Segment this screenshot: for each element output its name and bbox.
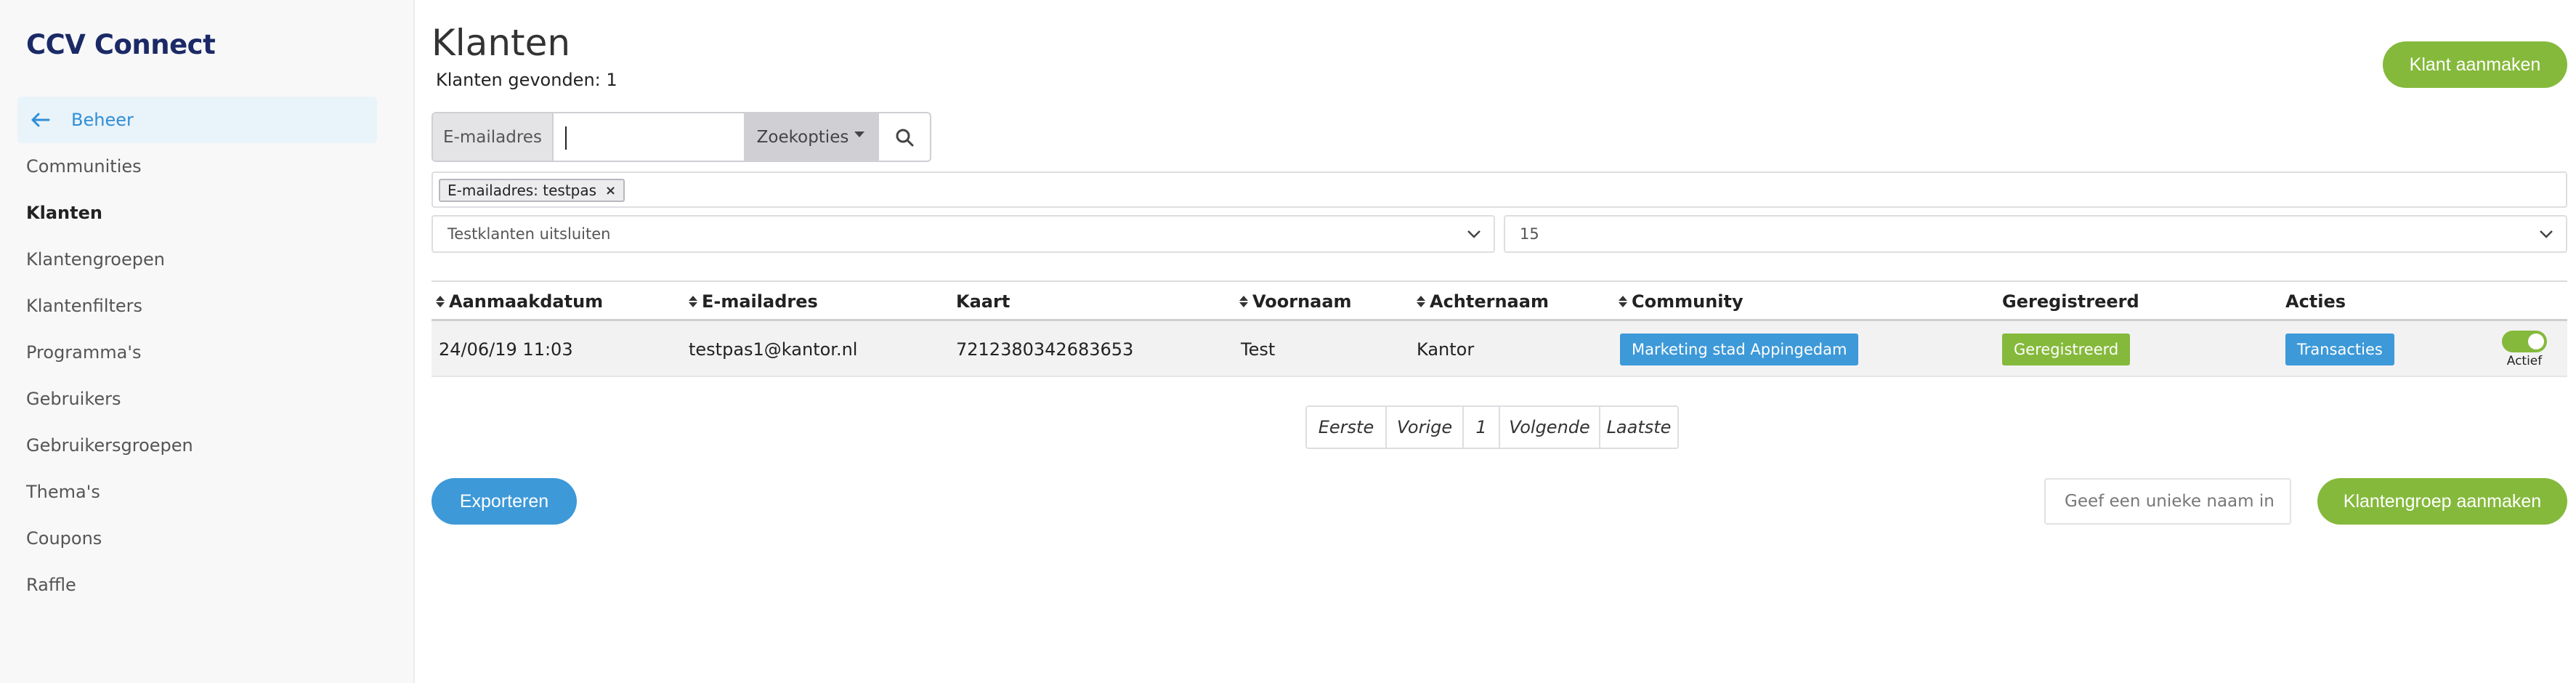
- customers-table: Aanmaakdatum E-mailadres Kaart Voornaam …: [432, 280, 2567, 377]
- sidebar: CCV Connect Beheer Communities Klanten K…: [0, 0, 415, 683]
- th-card-label: Kaart: [956, 291, 1010, 312]
- toggle-knob: [2528, 333, 2544, 349]
- sidebar-item-communities[interactable]: Communities: [26, 143, 193, 190]
- active-toggle-label: Actief: [2506, 353, 2543, 368]
- transactions-button[interactable]: Transacties: [2285, 333, 2394, 365]
- cell-community: Marketing stad Appingedam: [1620, 321, 1859, 377]
- sort-icon: [689, 295, 697, 307]
- filter-chip-label: E-mailadres: testpas: [447, 182, 597, 199]
- pagination: Eerste Vorige 1 Volgende Laatste: [1305, 405, 1679, 449]
- create-group-button[interactable]: Klantengroep aanmaken: [2317, 478, 2567, 525]
- sidebar-item-raffle[interactable]: Raffle: [26, 562, 193, 608]
- cell-card: 7212380342683653: [956, 339, 1134, 360]
- page-current[interactable]: 1: [1464, 407, 1500, 448]
- search-button[interactable]: [878, 113, 930, 161]
- th-lastname-label: Achternaam: [1430, 291, 1549, 312]
- sort-icon: [1239, 295, 1248, 307]
- cell-lastname: Kantor: [1417, 339, 1475, 360]
- page-next[interactable]: Volgende: [1500, 407, 1600, 448]
- th-registered: Geregistreerd: [2002, 282, 2139, 320]
- search-input[interactable]: [554, 113, 744, 161]
- th-created[interactable]: Aanmaakdatum: [436, 282, 603, 320]
- sidebar-item-gebruikersgroepen[interactable]: Gebruikersgroepen: [26, 422, 193, 469]
- filter-chip: E-mailadres: testpas ×: [439, 179, 625, 202]
- sidebar-item-klanten[interactable]: Klanten: [26, 190, 193, 236]
- testklanten-select[interactable]: Testklanten uitsluiten: [432, 215, 1495, 253]
- table-header: Aanmaakdatum E-mailadres Kaart Voornaam …: [432, 280, 2567, 321]
- sidebar-back-beheer[interactable]: Beheer: [17, 97, 377, 143]
- page-title: Klanten: [432, 22, 571, 64]
- export-button[interactable]: Exporteren: [432, 478, 577, 525]
- brand-logo: CCV Connect: [26, 29, 216, 60]
- cell-email: testpas1@kantor.nl: [689, 339, 858, 360]
- search-group: E-mailadres Zoekopties: [432, 112, 931, 162]
- chevron-down-icon: [1467, 230, 1481, 238]
- th-email[interactable]: E-mailadres: [689, 282, 818, 320]
- page-size-select-value: 15: [1520, 225, 1539, 243]
- active-toggle[interactable]: [2502, 330, 2547, 352]
- sidebar-item-coupons[interactable]: Coupons: [26, 515, 193, 562]
- page-prev[interactable]: Vorige: [1387, 407, 1464, 448]
- arrow-left-icon: [26, 109, 55, 131]
- th-community[interactable]: Community: [1619, 282, 1743, 320]
- group-name-input[interactable]: [2044, 478, 2291, 525]
- chevron-down-icon: [2540, 230, 2553, 238]
- registered-badge: Geregistreerd: [2002, 333, 2131, 365]
- cell-status: Actief: [2492, 321, 2557, 377]
- create-customer-button[interactable]: Klant aanmaken: [2383, 41, 2567, 88]
- community-badge[interactable]: Marketing stad Appingedam: [1620, 333, 1859, 365]
- th-actions-label: Acties: [2285, 291, 2346, 312]
- active-filters-bar: E-mailadres: testpas ×: [432, 171, 2567, 208]
- close-icon[interactable]: ×: [605, 183, 616, 198]
- cell-created: 24/06/19 11:03: [439, 339, 573, 360]
- sort-icon: [1417, 295, 1425, 307]
- cell-firstname: Test: [1241, 339, 1276, 360]
- results-count: Klanten gevonden: 1: [436, 70, 617, 90]
- sidebar-item-klantengroepen[interactable]: Klantengroepen: [26, 236, 193, 283]
- th-card: Kaart: [956, 282, 1010, 320]
- sidebar-item-klantenfilters[interactable]: Klantenfilters: [26, 283, 193, 329]
- th-firstname[interactable]: Voornaam: [1239, 282, 1352, 320]
- search-options-dropdown[interactable]: Zoekopties: [744, 113, 878, 161]
- th-lastname[interactable]: Achternaam: [1417, 282, 1549, 320]
- th-created-label: Aanmaakdatum: [449, 291, 604, 312]
- th-firstname-label: Voornaam: [1252, 291, 1352, 312]
- text-caret: [565, 126, 567, 150]
- sidebar-back-label: Beheer: [71, 110, 134, 130]
- page-first[interactable]: Eerste: [1307, 407, 1387, 448]
- sidebar-item-programmas[interactable]: Programma's: [26, 329, 193, 376]
- caret-down-icon: [854, 131, 865, 137]
- cell-actions: Transacties: [2285, 321, 2394, 377]
- th-actions: Acties: [2285, 282, 2346, 320]
- sidebar-nav: Communities Klanten Klantengroepen Klant…: [26, 143, 193, 608]
- page-size-select[interactable]: 15: [1504, 215, 2567, 253]
- sort-icon: [436, 295, 445, 307]
- page-last[interactable]: Laatste: [1600, 407, 1677, 448]
- sidebar-item-themas[interactable]: Thema's: [26, 469, 193, 515]
- testklanten-select-value: Testklanten uitsluiten: [447, 225, 611, 243]
- th-email-label: E-mailadres: [702, 291, 818, 312]
- th-registered-label: Geregistreerd: [2002, 291, 2139, 312]
- search-options-label: Zoekopties: [756, 127, 849, 147]
- cell-registered: Geregistreerd: [2002, 321, 2131, 377]
- sort-icon: [1619, 295, 1627, 307]
- search-icon: [896, 129, 914, 146]
- th-community-label: Community: [1632, 291, 1743, 312]
- table-row[interactable]: 24/06/19 11:03 testpas1@kantor.nl 721238…: [432, 321, 2567, 377]
- sidebar-item-gebruikers[interactable]: Gebruikers: [26, 376, 193, 422]
- search-field-label: E-mailadres: [433, 113, 554, 161]
